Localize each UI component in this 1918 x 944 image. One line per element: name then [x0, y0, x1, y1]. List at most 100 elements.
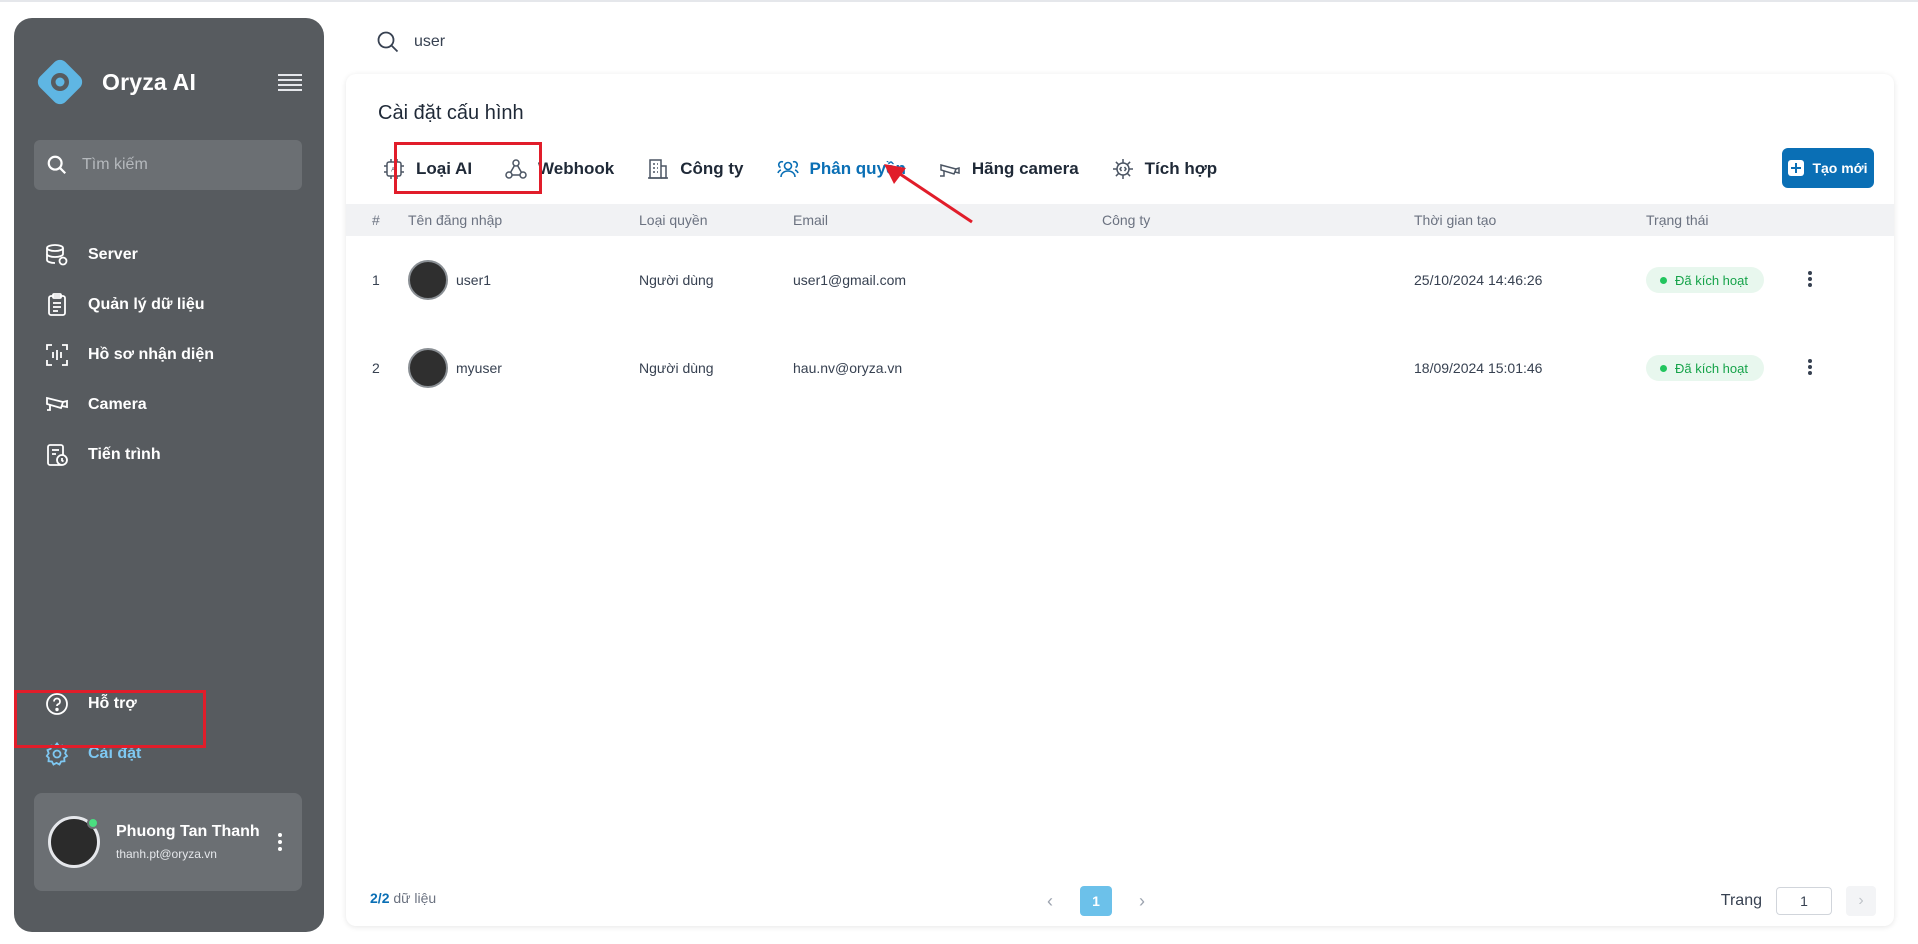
- clipboard-icon: [48, 293, 66, 316]
- sidebar-item-label: Camera: [88, 396, 147, 413]
- brand[interactable]: Oryza AI: [34, 56, 196, 108]
- sidebar-item-server[interactable]: Server: [34, 230, 302, 280]
- users-table: # Tên đăng nhập Loại quyền Email Công ty…: [346, 204, 1894, 412]
- main-card: Cài đặt cấu hình AI Loại AI Webhook Công…: [346, 74, 1894, 926]
- email-cell: user1@gmail.com: [793, 272, 907, 288]
- more-vertical-icon[interactable]: [1808, 271, 1814, 289]
- tab-integration[interactable]: Tích hợp: [1111, 157, 1218, 181]
- create-new-button[interactable]: Tạo mới: [1782, 148, 1874, 188]
- chevron-right-icon[interactable]: ›: [1130, 886, 1154, 916]
- plus-icon: [1788, 160, 1805, 176]
- created-time-cell: 25/10/2024 14:46:26: [1414, 272, 1543, 288]
- page-number[interactable]: 1: [1080, 886, 1112, 916]
- tab-label: Webhook: [538, 159, 615, 178]
- column-header: Trạng thái: [1646, 212, 1709, 228]
- sidebar-item-label: Hồ sơ nhận diện: [88, 346, 215, 363]
- status-cell: Đã kích hoạt: [1646, 236, 1764, 324]
- tab-webhook[interactable]: Webhook: [504, 157, 614, 181]
- username-cell: user1: [408, 236, 491, 324]
- username: myuser: [456, 360, 502, 376]
- column-header: Tên đăng nhập: [408, 212, 503, 228]
- sidebar-item-label: Tiến trình: [88, 446, 161, 463]
- ai-chip-icon: AI: [384, 159, 404, 179]
- table-header: # Tên đăng nhập Loại quyền Email Công ty…: [346, 204, 1894, 236]
- goto-label: Trang: [1720, 892, 1762, 909]
- role-cell: Người dùng: [639, 360, 714, 376]
- username-cell: myuser: [408, 324, 502, 412]
- app-name: Oryza AI: [102, 68, 197, 95]
- column-header: Loại quyền: [639, 212, 708, 228]
- status-badge: Đã kích hoạt: [1646, 355, 1764, 381]
- goto-page: Trang ›: [1721, 886, 1876, 916]
- row-index: 2: [372, 360, 380, 376]
- row-actions: [1808, 236, 1814, 324]
- tab-label: Loại AI: [416, 159, 473, 178]
- column-header: Thời gian tạo: [1414, 212, 1497, 228]
- goto-page-input[interactable]: [1776, 887, 1832, 915]
- sidebar-nav: Server Quản lý dữ liệu Hồ sơ nhận diện C…: [34, 230, 302, 480]
- email-cell: hau.nv@oryza.vn: [793, 360, 903, 376]
- goto-next-icon[interactable]: ›: [1846, 886, 1876, 916]
- sidebar: Oryza AI Server Quản lý dữ liệu Hồ sơ nh…: [14, 18, 324, 932]
- sidebar-item-process[interactable]: Tiến trình: [34, 430, 302, 480]
- created-time-cell: 18/09/2024 15:01:46: [1414, 360, 1543, 376]
- menu-toggle-icon[interactable]: [278, 74, 302, 92]
- sidebar-item-data[interactable]: Quản lý dữ liệu: [34, 280, 302, 330]
- count-suffix: dữ liệu: [393, 890, 437, 906]
- top-search-input[interactable]: [414, 33, 714, 51]
- sidebar-item-profiles[interactable]: Hồ sơ nhận diện: [34, 330, 302, 380]
- integration-icon: [1112, 159, 1133, 179]
- table-row[interactable]: 2 myuser Người dùng hau.nv@oryza.vn 18/0…: [346, 324, 1894, 412]
- row-actions: [1808, 324, 1814, 412]
- column-header: Email: [793, 212, 829, 228]
- more-vertical-icon[interactable]: [1808, 359, 1814, 377]
- role-cell: Người dùng: [639, 272, 714, 288]
- sidebar-item-help[interactable]: Hỗ trợ: [34, 679, 302, 729]
- table-row[interactable]: 1 user1 Người dùng user1@gmail.com 25/10…: [346, 236, 1894, 324]
- table-footer: 2/2 dữ liệu ‹ 1 › Trang ›: [346, 876, 1894, 926]
- sidebar-item-label: Hỗ trợ: [88, 695, 137, 712]
- oryza-logo-icon: [37, 59, 83, 105]
- avatar: [48, 816, 100, 868]
- top-search[interactable]: [376, 30, 714, 54]
- avatar: [408, 348, 448, 388]
- sidebar-item-camera[interactable]: Camera: [34, 380, 302, 430]
- user-email: thanh.pt@oryza.vn: [116, 847, 217, 861]
- record-count: 2/2 dữ liệu: [370, 890, 437, 906]
- column-header: #: [372, 212, 380, 228]
- status-cell: Đã kích hoạt: [1646, 324, 1764, 412]
- count-shown: 2: [370, 890, 378, 906]
- tab-company[interactable]: Công ty: [646, 157, 744, 181]
- top-border: [0, 0, 1918, 2]
- users-permission-icon: [776, 160, 799, 178]
- process-icon: [47, 444, 68, 466]
- user-card[interactable]: Phuong Tan Thanh thanh.pt@oryza.vn: [34, 793, 302, 891]
- sidebar-item-label: Quản lý dữ liệu: [88, 296, 205, 313]
- online-status-dot: [87, 817, 99, 829]
- count-total: 2: [381, 890, 390, 906]
- annotation-arrow-icon: [884, 164, 973, 224]
- gear-icon: [45, 742, 69, 766]
- tab-label: Hãng camera: [971, 159, 1079, 178]
- sidebar-bottom-nav: Hỗ trợ Cài đặt: [34, 679, 302, 779]
- avatar: [408, 260, 448, 300]
- status-badge: Đã kích hoạt: [1646, 267, 1764, 293]
- create-new-label: Tạo mới: [1812, 160, 1868, 176]
- page-title: Cài đặt cấu hình: [378, 102, 524, 124]
- sidebar-search[interactable]: [34, 140, 302, 190]
- search-icon: [377, 31, 399, 53]
- building-icon: [648, 159, 669, 179]
- username: user1: [456, 272, 492, 288]
- sidebar-item-settings[interactable]: Cài đặt: [34, 729, 302, 779]
- sidebar-search-input[interactable]: [82, 156, 282, 174]
- row-index: 1: [372, 272, 380, 288]
- pagination: ‹ 1 ›: [1038, 886, 1154, 916]
- chevron-left-icon[interactable]: ‹: [1038, 886, 1062, 916]
- face-scan-icon: [46, 344, 68, 366]
- tab-ai-type[interactable]: AI Loại AI: [382, 157, 472, 181]
- help-icon: [46, 693, 68, 715]
- more-vertical-icon[interactable]: [278, 833, 284, 854]
- camera-icon: [46, 396, 68, 411]
- tab-label: Tích hợp: [1144, 159, 1218, 178]
- search-icon: [47, 155, 67, 175]
